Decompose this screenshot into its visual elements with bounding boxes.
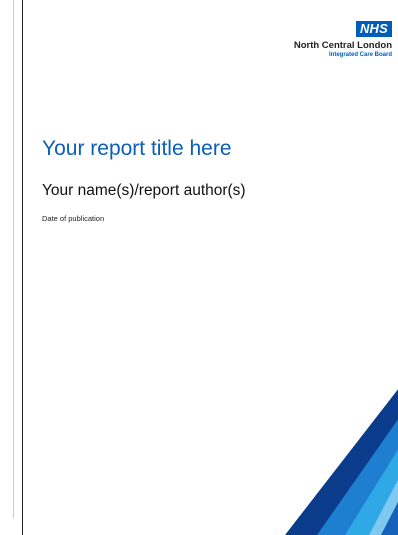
document-cover-page: NHS North Central London Integrated Care… (22, 0, 398, 535)
previous-page-edge (0, 0, 14, 518)
decorative-diagonal-stripes (285, 389, 398, 535)
